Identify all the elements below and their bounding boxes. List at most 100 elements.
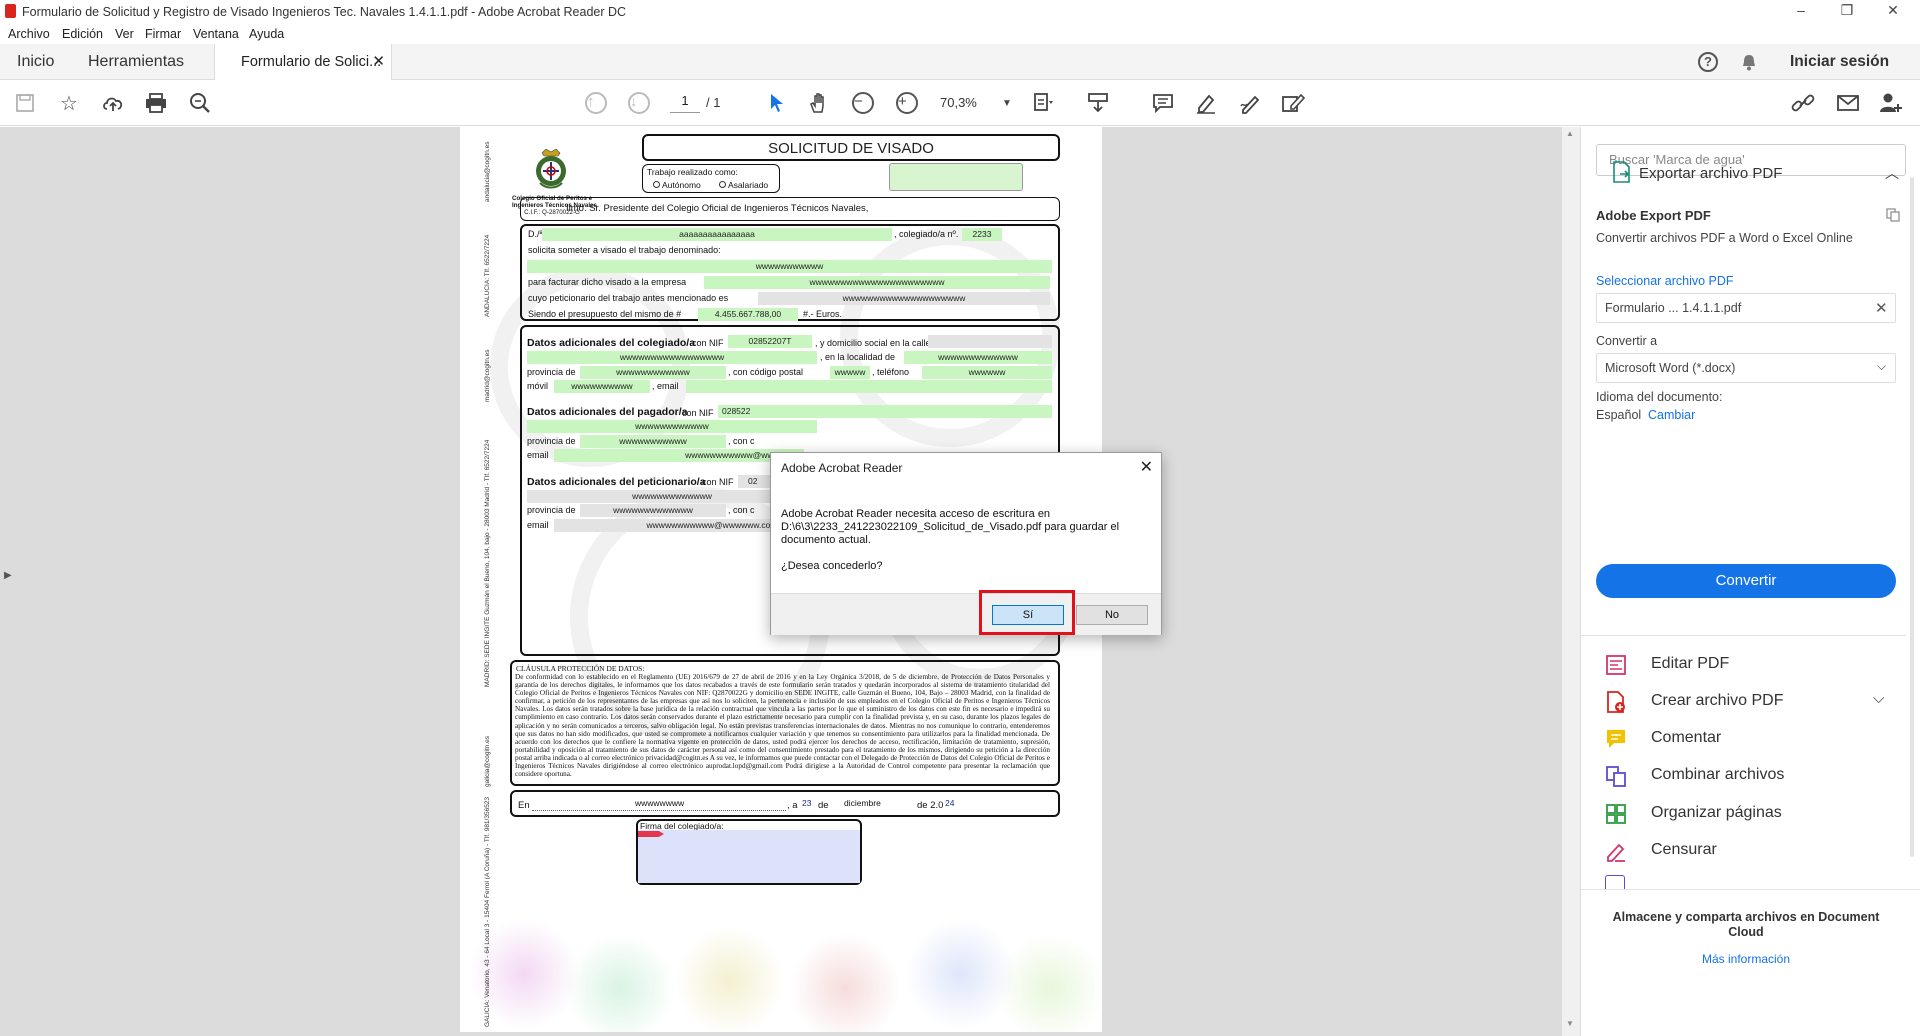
- page-number-input[interactable]: 1: [670, 93, 700, 113]
- movil-field[interactable]: wwwwwwwwww: [554, 380, 650, 393]
- menu-ventana[interactable]: Ventana: [193, 27, 239, 41]
- zoom-level-input[interactable]: 70,3%: [940, 95, 977, 110]
- tab-inicio[interactable]: Inicio: [17, 53, 54, 71]
- next-page-icon[interactable]: ↓: [626, 90, 652, 116]
- clausula-title: CLÁUSULA PROTECCIÓN DE DATOS:: [516, 664, 645, 673]
- scroll-mode-icon[interactable]: [1085, 90, 1111, 116]
- scroll-up-icon[interactable]: ▲: [1566, 129, 1574, 138]
- d-name-field[interactable]: aaaaaaaaaaaaaaaa: [542, 228, 892, 241]
- selected-file-field[interactable]: Formulario ... 1.4.1.1.pdf ✕: [1596, 293, 1896, 323]
- telefono-field[interactable]: wwwwww: [922, 366, 1052, 379]
- file-name: Formulario ... 1.4.1.1.pdf: [1605, 301, 1742, 315]
- viewer-scrollbar[interactable]: ▲ ▼: [1562, 127, 1580, 1036]
- zoom-in-icon[interactable]: +: [894, 90, 920, 116]
- prev-page-icon[interactable]: ↑: [583, 90, 609, 116]
- zoom-out-icon[interactable]: −: [850, 90, 876, 116]
- close-window-button[interactable]: ✕: [1878, 2, 1908, 22]
- tab-document[interactable]: Formulario de Solici... ✕: [214, 44, 392, 81]
- tab-herramientas[interactable]: Herramientas: [88, 53, 184, 71]
- no-button[interactable]: No: [1076, 605, 1148, 625]
- close-tab-icon[interactable]: ✕: [372, 52, 385, 70]
- copy-icon[interactable]: [1886, 208, 1900, 222]
- expand-chevron-icon[interactable]: ⌵: [1873, 690, 1884, 707]
- visado-stamp-field[interactable]: [889, 163, 1023, 191]
- tool-crear-pdf[interactable]: Crear archivo PDF ⌵: [1601, 688, 1891, 718]
- tool-editar-pdf[interactable]: Editar PDF: [1601, 651, 1891, 681]
- zoom-dropdown-icon[interactable]: ▼: [994, 90, 1020, 116]
- select-cursor-icon[interactable]: [764, 90, 790, 116]
- email-icon[interactable]: [1835, 90, 1861, 116]
- change-language-link[interactable]: Cambiar: [1648, 408, 1695, 422]
- mes-field[interactable]: diciembre: [844, 798, 881, 808]
- sign-icon[interactable]: [1237, 90, 1263, 116]
- peticionario-provincia-field[interactable]: wwwwwwwwwwwww: [580, 504, 726, 517]
- export-pdf-icon: [1612, 161, 1632, 183]
- tool-organizar[interactable]: Organizar páginas: [1601, 800, 1891, 830]
- convert-button[interactable]: Convertir: [1596, 564, 1896, 598]
- more-info-link[interactable]: Más información: [1601, 952, 1891, 966]
- print-icon[interactable]: [143, 90, 169, 116]
- convert-to-label: Convertir a: [1596, 334, 1658, 348]
- share-link-icon[interactable]: [1790, 90, 1816, 116]
- anio-field[interactable]: 24: [945, 798, 954, 808]
- colegiado-field[interactable]: 2233: [962, 228, 1002, 241]
- pagador-nif-field[interactable]: 028522: [718, 405, 1052, 418]
- panel-scrollbar[interactable]: [1910, 177, 1914, 857]
- search-zoom-icon[interactable]: [187, 90, 213, 116]
- pagador-provincia-field[interactable]: wwwwwwwwwww: [580, 435, 726, 448]
- menu-ver[interactable]: Ver: [115, 27, 134, 41]
- upload-cloud-icon[interactable]: [100, 90, 126, 116]
- bell-icon[interactable]: [1742, 54, 1756, 71]
- a-label: , a: [787, 800, 798, 811]
- calle-extra-field[interactable]: [928, 335, 1052, 348]
- fill-sign-icon[interactable]: [1280, 90, 1306, 116]
- collapse-chevron-icon[interactable]: ︿: [1885, 163, 1899, 183]
- cp-field[interactable]: wwwww: [830, 366, 870, 379]
- save-icon[interactable]: [12, 90, 38, 116]
- presupuesto-field[interactable]: 4.455.667.788,00: [698, 308, 798, 321]
- provincia-field[interactable]: wwwwwwwwwwww: [580, 366, 726, 379]
- clear-file-icon[interactable]: ✕: [1875, 299, 1888, 317]
- scroll-down-icon[interactable]: ▼: [1566, 1019, 1574, 1028]
- localidad-field[interactable]: wwwwwwwwwwwww: [904, 351, 1052, 364]
- minimize-button[interactable]: –: [1786, 2, 1816, 22]
- hand-tool-icon[interactable]: [806, 90, 832, 116]
- menu-firmar[interactable]: Firmar: [145, 27, 181, 41]
- format-select[interactable]: Microsoft Word (*.docx) ⌵: [1596, 353, 1896, 383]
- calle-field[interactable]: wwwwwwwwwwwwwwwww: [527, 351, 817, 364]
- tool-label: Combinar archivos: [1651, 766, 1785, 783]
- help-icon[interactable]: ?: [1698, 52, 1718, 72]
- dia-field[interactable]: 23: [802, 798, 811, 808]
- pagador-calle-field[interactable]: wwwwwwwwwwww: [527, 420, 817, 433]
- menu-ayuda[interactable]: Ayuda: [249, 27, 284, 41]
- fit-page-icon[interactable]: [1030, 90, 1056, 116]
- tool-combinar[interactable]: Combinar archivos: [1601, 762, 1891, 792]
- radio-asalariado[interactable]: Asalariado: [719, 180, 768, 190]
- bookmark-star-icon[interactable]: ☆: [56, 90, 82, 116]
- left-panel-toggle-icon[interactable]: ▶: [4, 570, 12, 581]
- colegiado-email-field[interactable]: [686, 380, 1052, 393]
- pagador-email-field[interactable]: wwwwwwwwwww@wwwwww.: [554, 449, 804, 462]
- de2-label: de 2.0: [917, 800, 944, 811]
- menu-archivo[interactable]: Archivo: [8, 27, 50, 41]
- tool-comentar[interactable]: Comentar: [1601, 725, 1891, 755]
- maximize-button[interactable]: ❐: [1832, 2, 1862, 22]
- en-field[interactable]: wwwwwwww: [635, 798, 684, 808]
- comment-icon[interactable]: [1150, 90, 1176, 116]
- tool-censurar[interactable]: Censurar: [1601, 837, 1891, 867]
- add-user-icon[interactable]: [1878, 90, 1904, 116]
- signin-link[interactable]: Iniciar sesión: [1790, 53, 1889, 71]
- empresa-field[interactable]: wwwwwwwwwwwwwwwwwwwwww: [704, 276, 1050, 289]
- firma-field[interactable]: [638, 830, 860, 883]
- radio-autonomo[interactable]: Autónomo: [653, 180, 701, 190]
- colegiado-nif-field[interactable]: 02852207T: [728, 335, 812, 348]
- side-text: ANDALUCIA: Tlf. 6522/7224: [484, 234, 491, 317]
- menu-edicion[interactable]: Edición: [62, 27, 103, 41]
- dialog-close-button[interactable]: ✕: [1140, 457, 1153, 477]
- trabajo-denominado-field[interactable]: wwwwwwwwwww: [527, 260, 1052, 273]
- peticionario-field[interactable]: wwwwwwwwwwwwwwwwwwww: [758, 292, 1050, 305]
- tab-document-label: Formulario de Solici...: [241, 54, 382, 70]
- select-file-link[interactable]: Seleccionar archivo PDF: [1596, 274, 1734, 288]
- highlight-pen-icon[interactable]: [1193, 90, 1219, 116]
- export-header[interactable]: Exportar archivo PDF: [1639, 165, 1782, 182]
